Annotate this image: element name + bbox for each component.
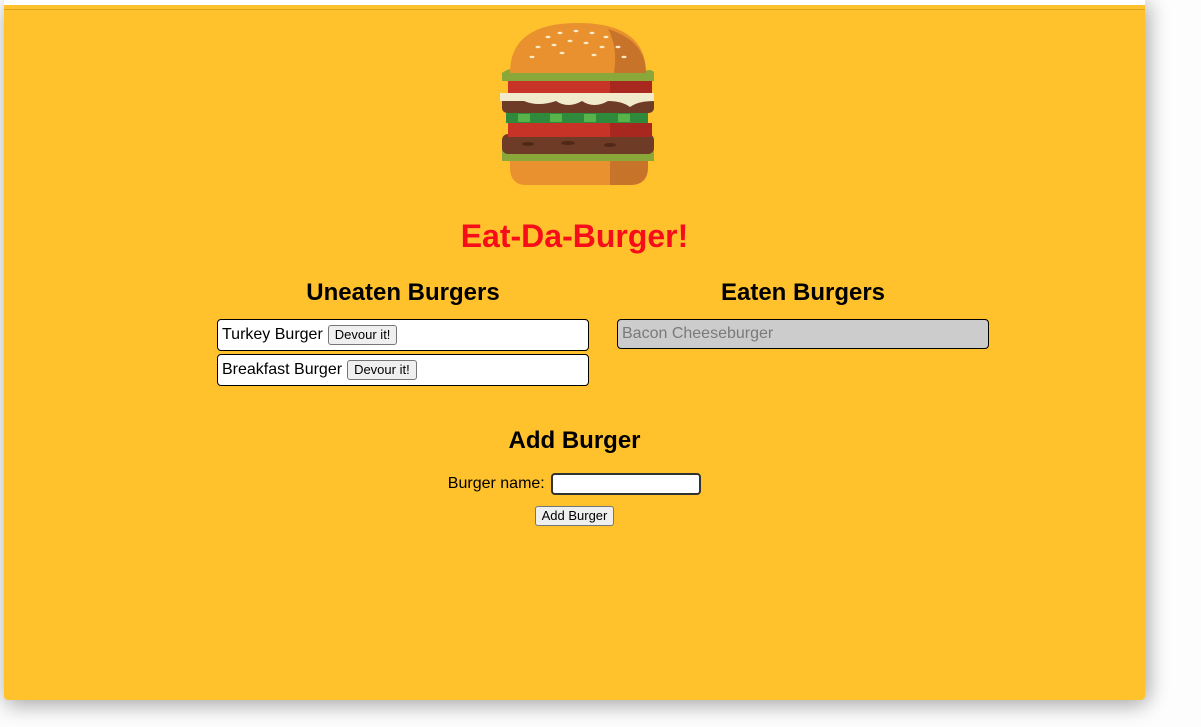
burger-name: Breakfast Burger — [222, 361, 343, 378]
eaten-burgers-heading: Eaten Burgers — [720, 279, 886, 306]
burger-name-label: Burger name: — [447, 475, 545, 492]
viewport-top-border — [4, 9, 1145, 10]
devour-button[interactable]: Devour it! — [327, 325, 398, 345]
uneaten-burger-item: Turkey Burger Devour it! — [217, 319, 589, 351]
burger-name-input[interactable] — [551, 472, 702, 495]
eaten-burger-item: Bacon Cheeseburger — [617, 319, 989, 349]
page-title: Eat-Da-Burger! — [460, 218, 689, 254]
browser-viewport: Eat-Da-Burger! Uneaten Burgers Eaten Bur… — [4, 0, 1145, 700]
submit-row: Add Burger — [4, 506, 1145, 526]
burger-name-row: Burger name: — [4, 471, 1145, 497]
burger-name: Turkey Burger — [222, 326, 323, 343]
burger-name: Bacon Cheeseburger — [622, 325, 774, 342]
add-burger-heading: Add Burger — [508, 427, 641, 454]
devour-button[interactable]: Devour it! — [347, 360, 417, 380]
uneaten-burger-item: Breakfast Burger Devour it! — [217, 354, 589, 386]
uneaten-burgers-heading: Uneaten Burgers — [306, 279, 500, 306]
hamburger-icon — [500, 23, 654, 185]
add-burger-button[interactable]: Add Burger — [534, 506, 615, 526]
